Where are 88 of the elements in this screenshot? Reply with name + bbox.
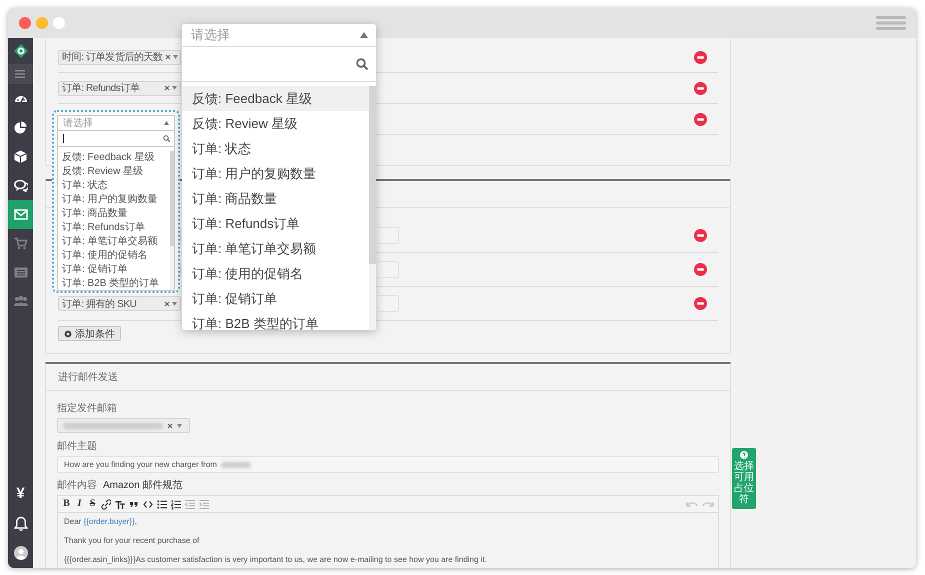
value-field[interactable] — [378, 227, 399, 244]
bold-button[interactable]: B — [62, 498, 71, 510]
clear-icon[interactable] — [164, 54, 171, 60]
box-icon[interactable] — [14, 150, 28, 163]
condition-select[interactable]: 订单: 拥有的 SKU — [58, 296, 181, 311]
remove-icon[interactable] — [694, 50, 707, 64]
dropdown-option[interactable]: 订单: 用户的复购数量 — [58, 193, 170, 207]
dropdown-option[interactable]: 反馈: Feedback 星级 — [182, 86, 369, 111]
caret-icon — [172, 55, 178, 59]
dropdown-option[interactable]: 反馈: Feedback 星级 — [58, 151, 170, 165]
dropdown-option[interactable]: 订单: 使用的促销名 — [58, 249, 170, 263]
maximize-dot[interactable] — [53, 17, 65, 29]
link-icon[interactable] — [101, 498, 111, 510]
remove-icon[interactable] — [694, 229, 707, 242]
body-paragraph: Thank you for your recent purchase of — [64, 536, 200, 545]
code-icon[interactable] — [143, 498, 153, 510]
magnified-dropdown-menu[interactable]: 请选择 反馈: Feedback 星级 反馈: Review 星级 订单: 状态 订单: 用户的复购数量 订单: 商品数量 订单: Refunds订单 订单: 单笔订单交易额 订单: 使用的促销名 订单: 促销订单 订单: B2B 类型的订单 — [182, 24, 376, 330]
dropdown-option[interactable]: 订单: 促销订单 — [182, 286, 369, 311]
logo-icon[interactable] — [14, 44, 28, 58]
avatar-icon[interactable] — [14, 546, 28, 560]
search-icon — [163, 135, 170, 142]
text-size-icon[interactable] — [115, 498, 125, 510]
search-icon — [356, 58, 368, 70]
field-label: 邮件内容 — [57, 479, 97, 492]
clear-icon[interactable] — [164, 300, 170, 306]
dropdown-option[interactable]: 订单: 用户的复购数量 — [182, 161, 369, 186]
select-placeholder: 请选择 — [63, 116, 93, 130]
dropdown-option[interactable]: 订单: B2B 类型的订单 — [58, 277, 170, 290]
bullet-list-icon[interactable] — [157, 498, 167, 510]
close-dot[interactable] — [19, 17, 31, 29]
dropdown-option[interactable]: 订单: 状态 — [182, 136, 369, 161]
dropdown-option[interactable]: 订单: 促销订单 — [58, 263, 170, 277]
bell-icon[interactable] — [14, 516, 28, 530]
dropdown-option[interactable]: 订单: Refunds订单 — [182, 211, 369, 236]
menu-icon[interactable] — [14, 68, 28, 80]
text-cursor — [63, 134, 64, 143]
scrollbar-thumb[interactable] — [170, 151, 174, 246]
dropdown-option[interactable]: 订单: 状态 — [58, 179, 170, 193]
field-label: 邮件主题 — [57, 440, 98, 453]
value-field[interactable] — [378, 295, 399, 312]
dropdown-option[interactable]: 订单: 商品数量 — [58, 207, 170, 221]
italic-button[interactable]: I — [75, 498, 84, 510]
body-paragraph: Dear {{order.buyer}}, — [64, 517, 138, 526]
dropdown-option[interactable]: 订单: 商品数量 — [182, 186, 369, 211]
dropdown-menu[interactable]: 请选择 反馈: Feedback 星级 反馈: Review 星级 订单: 状态 订单: 用户的复购数量 订单: 商品数量 订单: Refunds订单 订单: 单笔订单交易额 订单: 使用的促销名 订单: 促销订单 订单: B2B 类型的订单 — [52, 110, 180, 293]
caret-up-icon — [164, 121, 169, 125]
minimize-dot[interactable] — [36, 17, 48, 29]
editor-area[interactable]: B I S Dear {{order.buyer}}, Thank you for your recent purchase of {{{order.asin_links}}}As customer satisfaction is very important to us, we are now e-mailing to see how you are finding it. — [57, 495, 719, 568]
subject-text: How are you finding your new charger from — [64, 460, 217, 469]
dropdown-option[interactable]: 订单: 单笔订单交易额 — [182, 236, 369, 261]
scrollbar-thumb[interactable] — [369, 86, 376, 264]
currency-icon[interactable]: ¥ — [8, 480, 33, 508]
remove-icon[interactable] — [694, 263, 707, 276]
caret-icon — [172, 302, 177, 306]
guidelines-link[interactable]: Amazon 邮件规范 — [103, 479, 182, 492]
blurred-text — [220, 462, 251, 468]
caret-icon — [177, 424, 182, 428]
strikethrough-button[interactable]: S — [88, 498, 97, 510]
body-paragraph: {{{order.asin_links}}}As customer satisfaction is very important to us, we are now e-mailing to see how you are finding it. — [64, 555, 488, 564]
chat-icon[interactable] — [14, 179, 28, 192]
remove-icon[interactable] — [694, 297, 707, 310]
clear-icon[interactable] — [164, 85, 170, 91]
dropdown-option[interactable]: 订单: 使用的促销名 — [182, 261, 369, 286]
help-icon — [740, 451, 748, 459]
value-field[interactable] — [378, 261, 399, 278]
condition-select[interactable]: 时间: 订单发货后的天数 — [58, 50, 181, 64]
caret-icon — [172, 86, 177, 90]
select-value: 订单: Refunds订单 — [62, 82, 141, 95]
select-value: 时间: 订单发货后的天数 — [62, 50, 163, 64]
section-title: 进行邮件发送 — [46, 364, 730, 391]
remove-icon[interactable] — [694, 82, 707, 94]
select-value: 订单: 拥有的 SKU — [62, 298, 138, 310]
field-label: 指定发件邮箱 — [57, 402, 118, 415]
placeholder-token[interactable]: {{order.buyer}} — [84, 517, 135, 526]
numbered-list-icon[interactable] — [171, 498, 181, 510]
clear-icon[interactable] — [167, 422, 173, 428]
dropdown-option[interactable]: 订单: B2B 类型的订单 — [182, 311, 369, 330]
dropdown-option[interactable]: 反馈: Review 星级 — [182, 111, 369, 136]
dropdown-option[interactable]: 反馈: Review 星级 — [58, 165, 170, 179]
condition-select[interactable]: 订单: Refunds订单 — [58, 80, 181, 96]
select-placeholder: 请选择 — [191, 26, 230, 44]
remove-icon[interactable] — [694, 112, 707, 126]
pie-chart-icon[interactable] — [14, 121, 28, 134]
dropdown-option[interactable]: 订单: 单笔订单交易额 — [58, 235, 170, 249]
mail-icon[interactable] — [14, 208, 28, 221]
subject-field[interactable]: How are you finding your new charger from — [57, 456, 719, 473]
add-condition-button[interactable]: 添加条件 — [58, 326, 121, 341]
dropdown-option[interactable]: 订单: Refunds订单 — [58, 221, 170, 235]
